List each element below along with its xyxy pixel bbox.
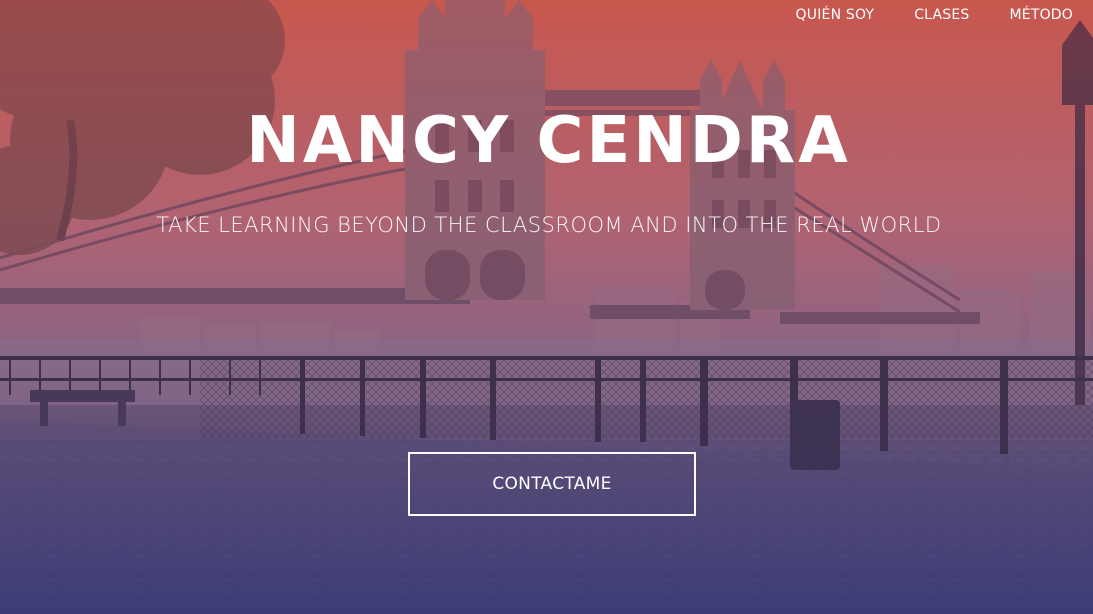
hero-title: NANCY CENDRA [246,104,851,178]
hero-section: QUIÉN SOY CLASES MÉTODO NANCY CENDRA TAK… [0,0,1093,614]
nav-link-quien-soy[interactable]: QUIÉN SOY [796,7,875,23]
nav-link-clases[interactable]: CLASES [914,7,969,23]
hero-subtitle: TAKE LEARNING BEYOND THE CLASSROOM AND I… [156,213,942,237]
top-nav: QUIÉN SOY CLASES MÉTODO [796,7,1073,23]
hero-background-image [0,0,1093,614]
nav-link-metodo[interactable]: MÉTODO [1010,7,1074,23]
contact-button[interactable]: CONTACTAME [408,452,696,516]
